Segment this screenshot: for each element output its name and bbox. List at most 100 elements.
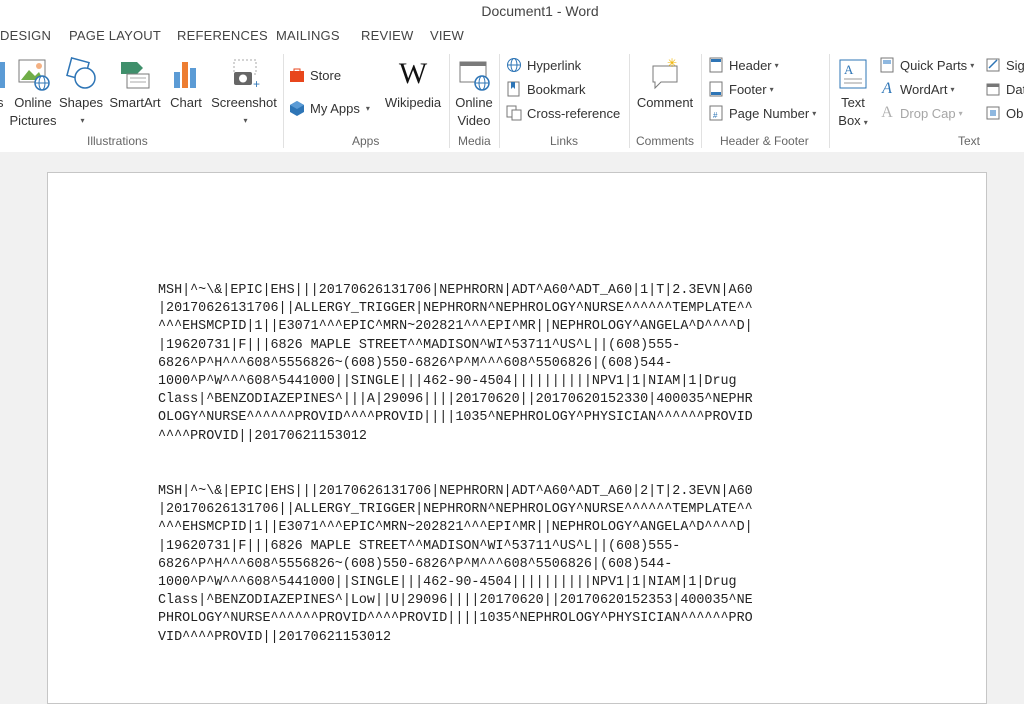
- document-line: Class|^BENZODIAZEPINES^|Low||U|29096||||…: [158, 593, 753, 609]
- online-video-button[interactable]: Online Video: [452, 54, 496, 130]
- quick-parts-caret: ▾: [970, 60, 975, 70]
- document-line: VID^^^^PROVID||20170621153012: [158, 629, 392, 645]
- hyperlink-label: Hyperlink: [527, 57, 582, 73]
- header-icon: [707, 56, 725, 74]
- cross-reference-button[interactable]: Cross-reference: [505, 102, 620, 124]
- document-line: ^^^^PROVID||20170621153012: [158, 428, 367, 444]
- document-line: 1000^P^W^^^608^5441000||SINGLE|||462-90-…: [158, 374, 737, 390]
- document-line: |20170626131706||ALLERGY_TRIGGER|NEPHROR…: [158, 502, 753, 518]
- online-video-icon: [452, 54, 496, 94]
- tab-mailings[interactable]: MAILINGS: [276, 28, 340, 43]
- comment-icon: ✳: [632, 54, 698, 94]
- chart-button[interactable]: Chart: [166, 54, 206, 112]
- footer-caret: ▾: [769, 84, 774, 94]
- title-bar: Document1 - Word: [0, 0, 1024, 24]
- screenshot-label: Screenshot: [211, 95, 277, 110]
- pictures-icon: [0, 54, 7, 94]
- chart-label: Chart: [170, 95, 202, 110]
- tab-review[interactable]: REVIEW: [361, 28, 413, 43]
- document-line: MSH|^~\&|EPIC|EHS|||20170626131706|NEPHR…: [158, 484, 753, 499]
- document-line: |19620731|F|||6826 MAPLE STREET^^MADISON…: [158, 538, 681, 554]
- smartart-button[interactable]: SmartArt: [106, 54, 164, 112]
- store-icon: [288, 66, 306, 84]
- hl7-message-2[interactable]: MSH|^~\&|EPIC|EHS|||20170626131706|NEPHR…: [158, 483, 878, 647]
- shapes-label: Shapes: [58, 95, 104, 110]
- comment-label: Comment: [636, 95, 694, 110]
- online-pictures-icon: [8, 54, 58, 94]
- quick-parts-button[interactable]: Quick Parts ▾: [878, 54, 974, 76]
- signature-label: Sig: [1006, 57, 1024, 73]
- signature-line-button[interactable]: Sig: [984, 54, 1024, 76]
- my-apps-label: My Apps: [310, 100, 360, 116]
- tab-design[interactable]: DESIGN: [0, 28, 51, 43]
- hyperlink-icon: [505, 56, 523, 74]
- cross-reference-label: Cross-reference: [527, 105, 621, 121]
- svg-text:A: A: [844, 62, 854, 77]
- quick-parts-label: Quick Parts: [900, 57, 968, 73]
- text-box-button[interactable]: A Text Box ▾: [832, 54, 874, 132]
- bookmark-icon: [505, 80, 523, 98]
- hyperlink-button[interactable]: Hyperlink: [505, 54, 581, 76]
- ribbon-tabs: DESIGN PAGE LAYOUT REFERENCES MAILINGS R…: [0, 24, 1024, 50]
- my-apps-button[interactable]: My Apps ▾: [288, 97, 370, 119]
- drop-cap-label: Drop Cap: [900, 105, 956, 121]
- document-line: 1000^P^W^^^608^5441000||SINGLE|||462-90-…: [158, 575, 737, 591]
- wikipedia-label: Wikipedia: [384, 95, 442, 110]
- text-box-label-row: Box ▾: [832, 112, 874, 132]
- text-box-label-1: Text: [841, 95, 865, 110]
- separator: [283, 54, 284, 148]
- object-label: Ob: [1006, 105, 1024, 121]
- footer-button[interactable]: Footer ▾: [707, 78, 774, 100]
- shapes-caret: ▾: [80, 116, 85, 125]
- hl7-message-1[interactable]: MSH|^~\&|EPIC|EHS|||20170626131706|NEPHR…: [158, 282, 878, 446]
- screenshot-icon: +: [208, 54, 280, 94]
- page-number-button[interactable]: # Page Number ▾: [707, 102, 816, 124]
- wordart-icon: A: [882, 80, 892, 97]
- text-box-label-2: Box: [838, 113, 861, 128]
- document-line: |20170626131706||ALLERGY_TRIGGER|NEPHROR…: [158, 301, 753, 317]
- wordart-button[interactable]: A WordArt ▾: [878, 78, 954, 100]
- document-line: ^^^EHSMCPID|1||E3071^^^EPIC^MRN~202821^^…: [158, 319, 753, 335]
- illustrations-group-label: Illustrations: [87, 134, 148, 148]
- svg-text:#: #: [713, 111, 718, 120]
- document-area[interactable]: MSH|^~\&|EPIC|EHS|||20170626131706|NEPHR…: [0, 152, 1024, 704]
- smartart-icon: [106, 54, 164, 94]
- page-number-label: Page Number: [729, 105, 810, 121]
- bookmark-button[interactable]: Bookmark: [505, 78, 586, 100]
- shapes-button[interactable]: Shapes ▾: [58, 54, 104, 130]
- document-line: PHROLOGY^NURSE^^^^^^PROVID^^^^PROVID||||…: [158, 611, 753, 627]
- links-group-label: Links: [550, 134, 579, 148]
- document-line: ^^^EHSMCPID|1||E3071^^^EPIC^MRN~202821^^…: [158, 520, 753, 536]
- separator: [629, 54, 630, 148]
- text-box-caret: ▾: [863, 118, 868, 127]
- separator: [829, 54, 830, 148]
- header-button[interactable]: Header ▾: [707, 54, 779, 76]
- store-button[interactable]: Store: [288, 64, 341, 86]
- chart-icon: [166, 54, 206, 94]
- drop-cap-icon: A: [881, 104, 893, 121]
- tab-references[interactable]: REFERENCES: [177, 28, 268, 43]
- page-number-icon: #: [707, 104, 725, 122]
- screenshot-button[interactable]: + Screenshot ▾: [208, 54, 280, 130]
- drop-cap-button[interactable]: A Drop Cap ▾: [878, 102, 963, 124]
- drop-cap-caret: ▾: [958, 108, 963, 118]
- comments-group-label: Comments: [636, 134, 695, 148]
- document-page[interactable]: MSH|^~\&|EPIC|EHS|||20170626131706|NEPHR…: [47, 172, 987, 704]
- object-button[interactable]: Ob: [984, 102, 1023, 124]
- online-video-label-1: Online: [455, 95, 493, 110]
- media-group-label: Media: [458, 134, 491, 148]
- pictures-button-partial[interactable]: s: [0, 54, 7, 112]
- screenshot-caret: ▾: [243, 116, 248, 125]
- tab-view[interactable]: VIEW: [430, 28, 464, 43]
- comment-button[interactable]: ✳ Comment: [632, 54, 698, 112]
- calendar-icon: [984, 80, 1002, 98]
- online-pictures-button[interactable]: Online Pictures: [8, 54, 58, 130]
- wikipedia-button[interactable]: W Wikipedia: [380, 54, 446, 112]
- my-apps-icon: [288, 99, 306, 117]
- header-caret: ▾: [774, 60, 779, 70]
- ribbon: s Online Pictures Shapes ▾ SmartArt Char…: [0, 50, 1024, 153]
- separator: [449, 54, 450, 148]
- date-time-button[interactable]: Dat: [984, 78, 1024, 100]
- tab-page-layout[interactable]: PAGE LAYOUT: [69, 28, 161, 43]
- signature-icon: [984, 56, 1002, 74]
